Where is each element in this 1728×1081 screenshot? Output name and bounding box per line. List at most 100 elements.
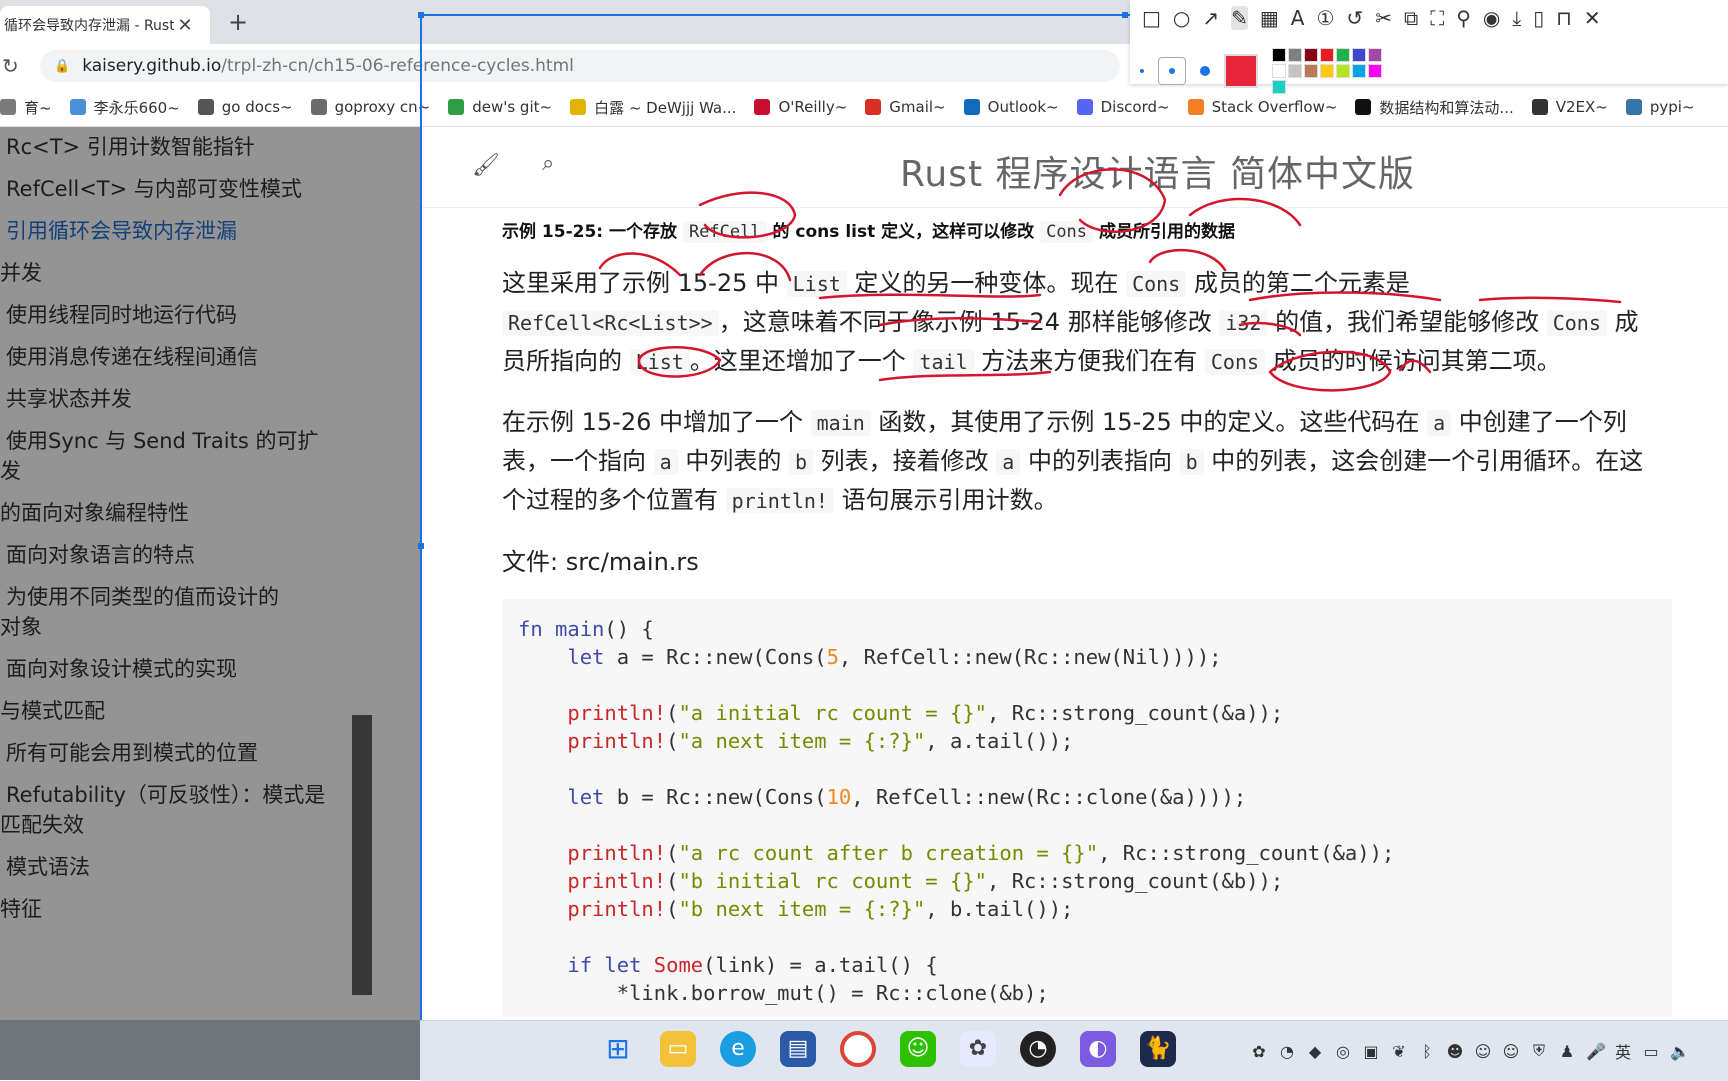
input-method-icon[interactable]: 英 xyxy=(1614,1039,1632,1063)
size-large-icon[interactable] xyxy=(1200,66,1210,76)
bookmark-item[interactable]: 李永乐660~ xyxy=(69,97,180,118)
string-literal: "a next item = {:?}" xyxy=(678,729,926,753)
arrow-tool-icon[interactable]: ↗ xyxy=(1202,6,1219,30)
theme-brush-icon[interactable]: 🖌 xyxy=(472,153,500,178)
selection-handle[interactable] xyxy=(1122,12,1128,18)
color-swatch[interactable] xyxy=(1272,80,1286,94)
size-small-icon[interactable] xyxy=(1140,69,1144,73)
microphone-icon[interactable]: 🎤 xyxy=(1586,1042,1606,1061)
number-tool-icon[interactable]: ① xyxy=(1316,6,1334,30)
color-swatch[interactable] xyxy=(1320,48,1334,62)
tray-nvidia-icon[interactable]: ▣ xyxy=(1362,1042,1380,1061)
code-block[interactable]: fn main() { let a = Rc::new(Cons(5, RefC… xyxy=(502,599,1672,1017)
network-icon[interactable]: ▭ xyxy=(1642,1042,1660,1061)
new-tab-button[interactable]: + xyxy=(228,8,248,36)
size-medium-icon[interactable] xyxy=(1158,57,1186,85)
tray-shield-icon[interactable]: ⛨ xyxy=(1530,1041,1548,1061)
tray-obs-icon[interactable]: ◔ xyxy=(1278,1042,1296,1061)
cut-icon[interactable]: ✂ xyxy=(1375,6,1392,30)
code-line: println!("b next item = {:?}", b.tail())… xyxy=(518,895,1656,923)
edge-icon[interactable]: e xyxy=(720,1031,756,1067)
inline-code: Cons xyxy=(1126,271,1187,297)
mosaic-tool-icon[interactable]: ▦ xyxy=(1260,6,1279,30)
color-swatch[interactable] xyxy=(1336,64,1350,78)
bookmark-item[interactable]: O'Reilly~ xyxy=(754,98,847,116)
tray-cat-icon[interactable]: ☻ xyxy=(1446,1042,1464,1061)
inline-code: List xyxy=(629,349,690,375)
tab-active[interactable]: 循环会导致内存泄漏 - Rust ✕ xyxy=(0,6,210,44)
color-swatch[interactable] xyxy=(1368,64,1382,78)
pen-tool-icon[interactable]: ✎ xyxy=(1231,6,1248,30)
bookmark-item[interactable]: pypi~ xyxy=(1625,98,1695,116)
undo-icon[interactable]: ↺ xyxy=(1346,6,1363,30)
tray-app-icon[interactable]: ✿ xyxy=(1250,1042,1268,1061)
screenshot-dim-overlay xyxy=(0,127,420,1020)
bookmark-item[interactable]: Gmail~ xyxy=(865,98,946,116)
color-swatch[interactable] xyxy=(1352,48,1366,62)
color-swatch[interactable] xyxy=(1304,64,1318,78)
code-text: , b.tail()); xyxy=(925,897,1074,921)
color-swatch[interactable] xyxy=(1368,48,1382,62)
tray-circle-icon[interactable]: ◎ xyxy=(1334,1042,1352,1061)
color-swatch[interactable] xyxy=(1272,48,1286,62)
windows-start-icon[interactable]: ⊞ xyxy=(600,1031,636,1067)
selection-handle[interactable] xyxy=(418,543,424,549)
lock-icon[interactable]: 🔒 xyxy=(54,59,70,74)
bluetooth-icon[interactable]: ᛒ xyxy=(1418,1042,1436,1061)
obs-icon[interactable]: ◔ xyxy=(1020,1031,1056,1067)
record-icon[interactable]: ◉ xyxy=(1483,6,1500,30)
close-icon[interactable]: ✕ xyxy=(1584,6,1601,30)
bookmark-item[interactable]: 数据结构和算法动... xyxy=(1355,97,1514,118)
color-swatch[interactable] xyxy=(1336,48,1350,62)
url-input[interactable]: 🔒 kaisery.github.io/trpl-zh-cn/ch15-06-r… xyxy=(40,50,1120,82)
bookmark-item[interactable]: Discord~ xyxy=(1076,98,1170,116)
tray-cube-icon[interactable]: ◆ xyxy=(1306,1042,1324,1061)
bookmark-item[interactable]: 白露 ~ DeWjjj Wa... xyxy=(570,97,736,118)
bookmarks-bar: 育~ 李永乐660~ go docs~ goproxy cn~ dew's git~ 白露… xyxy=(0,88,1728,127)
tray-wechat-icon[interactable]: ☺ xyxy=(1474,1042,1492,1061)
bookmark-favicon-icon xyxy=(197,99,214,115)
tray-qq-icon[interactable]: ♟ xyxy=(1558,1042,1576,1061)
bookmark-label: V2EX~ xyxy=(1555,98,1608,116)
ellipse-tool-icon[interactable]: ○ xyxy=(1173,6,1190,30)
crop-icon[interactable]: ⛶ xyxy=(1430,6,1444,30)
app-icon[interactable]: ✿ xyxy=(960,1031,996,1067)
selection-handle[interactable] xyxy=(418,12,424,18)
bookmark-item[interactable]: Stack Overflow~ xyxy=(1187,98,1337,116)
pin-icon[interactable]: ⚲ xyxy=(1456,6,1471,30)
wechat-icon[interactable]: ☺ xyxy=(900,1031,936,1067)
color-swatch[interactable] xyxy=(1304,48,1318,62)
chrome-icon[interactable] xyxy=(840,1031,876,1067)
color-swatch[interactable] xyxy=(1352,64,1366,78)
rectangle-tool-icon[interactable]: □ xyxy=(1142,6,1161,30)
color-swatch[interactable] xyxy=(1288,64,1302,78)
text: 在示例 15-26 中增加了一个 xyxy=(502,408,811,436)
terminal-cat-icon[interactable]: 🐈 xyxy=(1140,1031,1176,1067)
bookmark-item[interactable]: 育~ xyxy=(0,97,52,118)
bookmark-item[interactable]: Outlook~ xyxy=(963,98,1059,116)
color-swatch[interactable] xyxy=(1272,64,1286,78)
translate-icon[interactable]: ⧉ xyxy=(1404,6,1418,30)
text-tool-icon[interactable]: A xyxy=(1291,6,1305,30)
bookmark-icon[interactable]: ⊓ xyxy=(1556,6,1572,30)
inline-code: println! xyxy=(725,488,834,514)
bookmark-item[interactable]: go docs~ xyxy=(197,98,293,116)
tray-leaf-icon[interactable]: ❦ xyxy=(1390,1042,1408,1061)
current-color-swatch[interactable] xyxy=(1224,54,1258,88)
color-swatch[interactable] xyxy=(1320,64,1334,78)
bookmark-item[interactable]: dew's git~ xyxy=(448,98,552,116)
color-swatch[interactable] xyxy=(1288,48,1302,62)
search-icon[interactable]: ⌕ xyxy=(542,151,554,176)
download-icon[interactable]: ⤓ xyxy=(1512,6,1521,30)
tray-wechat2-icon[interactable]: ☺ xyxy=(1502,1042,1520,1061)
close-icon[interactable]: ✕ xyxy=(174,15,196,36)
reload-icon[interactable]: ↻ xyxy=(2,54,19,78)
store-icon[interactable]: ▤ xyxy=(780,1031,816,1067)
file-explorer-icon[interactable]: ▭ xyxy=(660,1031,696,1067)
code-text: , Rc::strong_count(&a)); xyxy=(987,701,1284,725)
bookmark-item[interactable]: V2EX~ xyxy=(1531,98,1608,116)
bookmark-item[interactable]: goproxy cn~ xyxy=(310,98,430,116)
preview-app-icon[interactable]: ◐ xyxy=(1080,1031,1116,1067)
volume-icon[interactable]: 🔈 xyxy=(1670,1042,1690,1061)
phone-icon[interactable]: ▯ xyxy=(1533,6,1544,30)
